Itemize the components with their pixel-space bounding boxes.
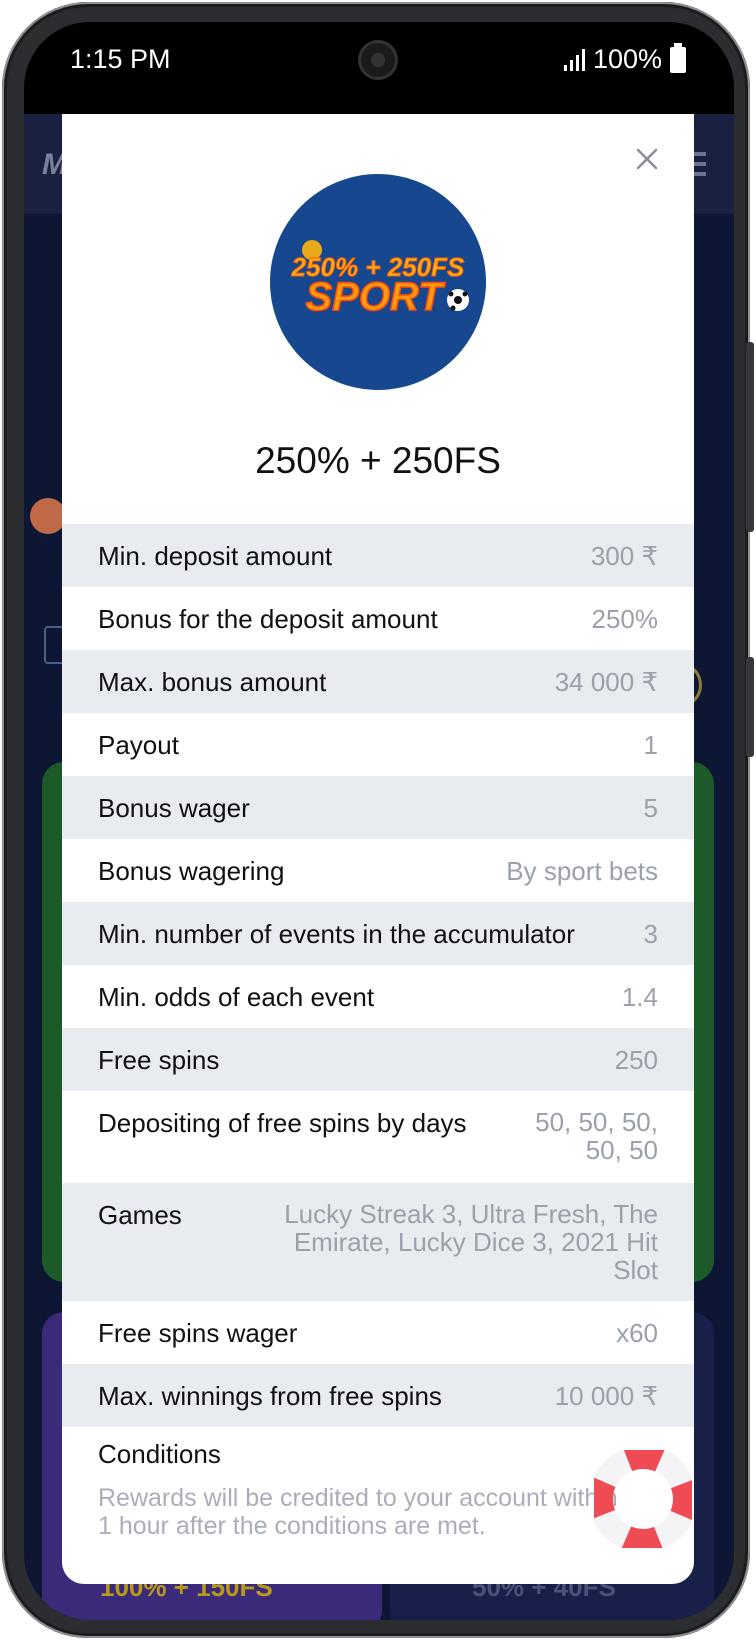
bonus-badge-art: 250% + 250FS SPORT — [290, 240, 469, 320]
detail-row: Payout 1 — [62, 713, 694, 776]
detail-row: Min. odds of each event 1.4 — [62, 965, 694, 1028]
power-button — [746, 657, 754, 757]
detail-label: Bonus wagering — [98, 856, 285, 886]
detail-row: Free spins wager x60 — [62, 1301, 694, 1364]
status-time: 1:15 PM — [70, 44, 171, 74]
phone-frame: 1:15 PM 100% M 100% + 150FS 50% + 40FS 2… — [2, 2, 754, 1638]
detail-value: 250% — [591, 604, 659, 634]
detail-value: Lucky Streak 3, Ultra Fresh, The Emirate… — [284, 1199, 658, 1285]
detail-value: 1 — [643, 730, 658, 760]
detail-value: 250 — [614, 1045, 658, 1075]
bonus-title: 250% + 250FS — [255, 440, 501, 481]
detail-value: By sport bets — [506, 856, 658, 886]
conditions-text: Rewards will be credited to your account… — [98, 1484, 618, 1540]
detail-value: 34 000 ₹ — [554, 667, 658, 697]
detail-label: Bonus wager — [98, 793, 250, 823]
detail-label: Games — [98, 1200, 182, 1230]
detail-label: Depositing of free spins by days — [98, 1108, 467, 1138]
detail-row: Min. number of events in the accumulator… — [62, 902, 694, 965]
detail-value: 5 — [643, 793, 658, 823]
detail-row: Bonus wagering By sport bets — [62, 839, 694, 902]
detail-value: 50, 50, 50, 50, 50 — [535, 1107, 658, 1165]
detail-value: 10 000 ₹ — [554, 1381, 658, 1411]
detail-row: Max. bonus amount 34 000 ₹ — [62, 650, 694, 713]
detail-value: 3 — [643, 919, 658, 949]
detail-label: Bonus for the deposit amount — [98, 604, 438, 634]
support-lifebuoy-icon[interactable] — [594, 1450, 692, 1548]
detail-value: x60 — [616, 1318, 658, 1348]
detail-row: Bonus for the deposit amount 250% — [62, 587, 694, 650]
detail-label: Min. number of events in the accumulator — [98, 919, 575, 949]
status-indicators: 100% — [563, 42, 686, 75]
detail-row: Max. winnings from free spins 10 000 ₹ — [62, 1364, 694, 1427]
detail-label: Payout — [98, 730, 179, 760]
volume-button — [746, 342, 754, 532]
bonus-details-table: Min. deposit amount 300 ₹ Bonus for the … — [62, 524, 694, 1540]
battery-icon — [670, 42, 686, 73]
front-camera — [358, 40, 398, 80]
bonus-badge-image: 250% + 250FS SPORT — [270, 174, 486, 390]
battery-percent: 100% — [592, 44, 662, 74]
detail-label: Free spins wager — [98, 1318, 298, 1348]
detail-label: Free spins — [98, 1045, 220, 1075]
detail-value: 300 ₹ — [590, 541, 658, 571]
detail-row: Bonus wager 5 — [62, 776, 694, 839]
bonus-details-modal: 250% + 250FS SPORT 250% + 250FS Min. dep… — [62, 114, 694, 1584]
detail-label: Min. deposit amount — [98, 541, 333, 571]
close-icon[interactable] — [630, 142, 664, 176]
detail-label: Max. bonus amount — [98, 667, 327, 697]
detail-label: Max. winnings from free spins — [98, 1381, 442, 1411]
detail-label: Min. odds of each event — [98, 982, 375, 1012]
status-bar: 1:15 PM 100% — [24, 22, 734, 114]
signal-icon — [563, 48, 585, 71]
badge-line2: SPORT — [305, 275, 446, 319]
detail-row: Games Lucky Streak 3, Ultra Fresh, The E… — [62, 1183, 694, 1301]
detail-row: Min. deposit amount 300 ₹ — [62, 524, 694, 587]
soccer-ball-icon — [447, 289, 469, 311]
detail-value: 1.4 — [621, 982, 658, 1012]
detail-row: Free spins 250 — [62, 1028, 694, 1091]
screen: 1:15 PM 100% M 100% + 150FS 50% + 40FS 2… — [24, 22, 734, 1620]
background-avatar — [30, 498, 66, 534]
conditions-title: Conditions — [98, 1439, 221, 1469]
detail-row: Depositing of free spins by days 50, 50,… — [62, 1091, 694, 1183]
